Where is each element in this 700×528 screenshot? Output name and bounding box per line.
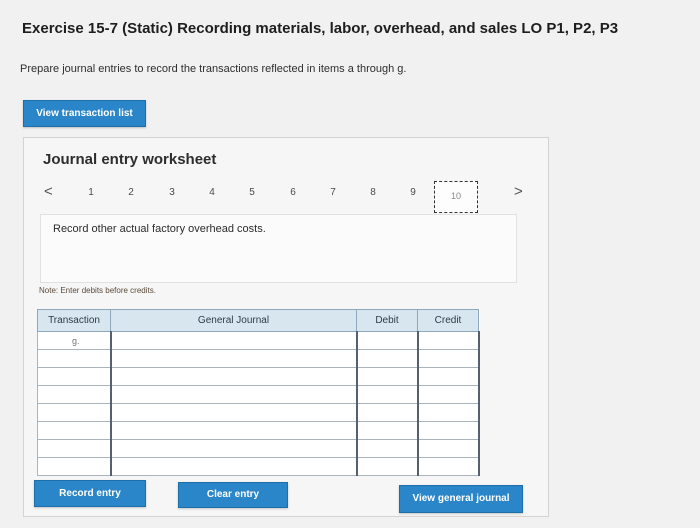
page-tab-10-active[interactable]: 10 <box>434 181 478 213</box>
debit-input[interactable] <box>356 367 419 386</box>
debit-input[interactable] <box>356 331 419 350</box>
account-input[interactable] <box>109 457 358 476</box>
transaction-cell <box>37 349 111 368</box>
transaction-cell <box>37 367 111 386</box>
account-input[interactable] <box>109 331 358 350</box>
debit-input[interactable] <box>356 439 419 458</box>
next-page-arrow-icon[interactable]: > <box>514 183 523 200</box>
page-tab-1[interactable]: 1 <box>84 187 98 198</box>
table-row: g. <box>37 331 480 350</box>
clear-entry-button[interactable]: Clear entry <box>178 482 288 508</box>
debit-credit-note: Note: Enter debits before credits. <box>39 286 156 295</box>
journal-header-row: Transaction General Journal Debit Credit <box>37 309 479 332</box>
account-input[interactable] <box>109 439 358 458</box>
debit-input[interactable] <box>356 385 419 404</box>
credit-input[interactable] <box>417 439 480 458</box>
account-input[interactable] <box>109 421 358 440</box>
table-row <box>37 367 480 386</box>
table-row <box>37 349 480 368</box>
account-input[interactable] <box>109 403 358 422</box>
debit-input[interactable] <box>356 403 419 422</box>
page-tab-9[interactable]: 9 <box>406 187 420 198</box>
record-entry-button[interactable]: Record entry <box>34 480 146 507</box>
transaction-cell <box>37 421 111 440</box>
table-row <box>37 421 480 440</box>
page-tab-3[interactable]: 3 <box>165 187 179 198</box>
view-general-journal-button[interactable]: View general journal <box>399 485 523 513</box>
transaction-cell <box>37 457 111 476</box>
credit-input[interactable] <box>417 349 480 368</box>
debit-column-header: Debit <box>356 309 418 332</box>
instructions-text: Prepare journal entries to record the tr… <box>20 63 407 75</box>
transaction-column-header: Transaction <box>37 309 111 332</box>
transaction-cell <box>37 403 111 422</box>
transaction-description: Record other actual factory overhead cos… <box>53 223 266 235</box>
debit-input[interactable] <box>356 421 419 440</box>
debit-input[interactable] <box>356 349 419 368</box>
view-transaction-list-button[interactable]: View transaction list <box>23 100 146 127</box>
credit-input[interactable] <box>417 457 480 476</box>
page-tab-6[interactable]: 6 <box>286 187 300 198</box>
general-journal-column-header: General Journal <box>110 309 357 332</box>
table-row <box>37 439 480 458</box>
account-input[interactable] <box>109 349 358 368</box>
journal-table: Transaction General Journal Debit Credit… <box>37 309 480 476</box>
page-tab-5[interactable]: 5 <box>245 187 259 198</box>
credit-input[interactable] <box>417 403 480 422</box>
transaction-cell <box>37 385 111 404</box>
credit-input[interactable] <box>417 385 480 404</box>
page-tab-8[interactable]: 8 <box>366 187 380 198</box>
prev-page-arrow-icon[interactable]: < <box>44 183 53 200</box>
credit-column-header: Credit <box>417 309 479 332</box>
exercise-title: Exercise 15-7 (Static) Recording materia… <box>22 20 619 37</box>
table-row <box>37 403 480 422</box>
table-row <box>37 457 480 476</box>
debit-input[interactable] <box>356 457 419 476</box>
credit-input[interactable] <box>417 331 480 350</box>
transaction-cell <box>37 439 111 458</box>
transaction-cell: g. <box>37 331 111 350</box>
account-input[interactable] <box>109 385 358 404</box>
worksheet-title: Journal entry worksheet <box>43 151 217 168</box>
table-row <box>37 385 480 404</box>
account-input[interactable] <box>109 367 358 386</box>
page-tab-2[interactable]: 2 <box>124 187 138 198</box>
worksheet-pager: < 1 2 3 4 5 6 7 8 9 > <box>0 183 700 207</box>
page-tab-7[interactable]: 7 <box>326 187 340 198</box>
credit-input[interactable] <box>417 367 480 386</box>
credit-input[interactable] <box>417 421 480 440</box>
page-tab-4[interactable]: 4 <box>205 187 219 198</box>
